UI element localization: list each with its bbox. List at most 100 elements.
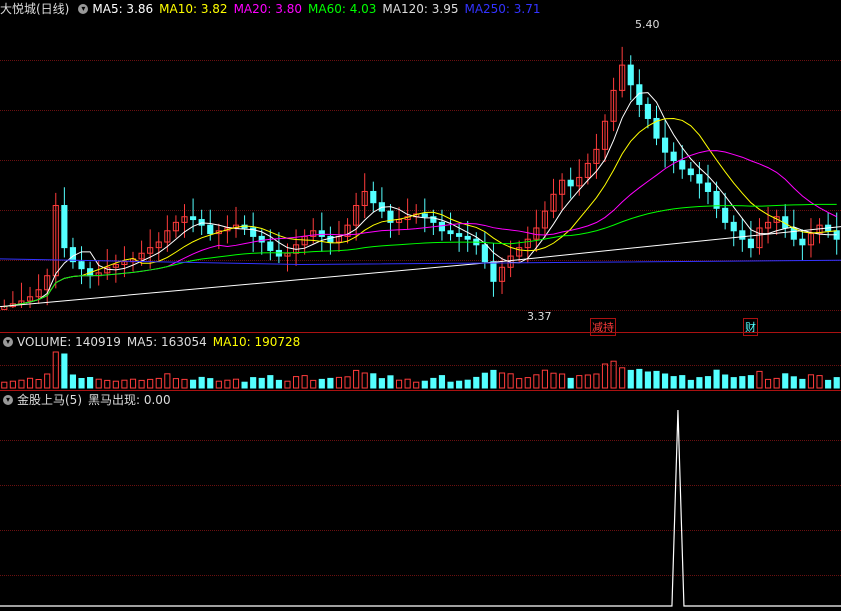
ma10-label: MA10: 3.82 [159, 2, 228, 16]
candle-body [61, 205, 68, 249]
volume-bar [773, 377, 780, 389]
candle-body [704, 182, 712, 192]
candle-body [687, 168, 694, 176]
volume-bar [275, 379, 282, 389]
volume-label: VOLUME: 140919 [17, 335, 121, 349]
volume-bar [747, 375, 754, 389]
candle-body [739, 230, 746, 240]
chevron-down-icon[interactable]: ▾ [3, 395, 13, 405]
volume-bar [799, 378, 806, 389]
volume-bar [190, 379, 197, 389]
volume-bar [44, 373, 51, 389]
volume-bar [413, 381, 420, 389]
volume-bar [232, 378, 240, 389]
volume-bar [353, 369, 360, 389]
candle-body [421, 213, 428, 218]
volume-bar [567, 377, 574, 389]
volume-bar [26, 377, 34, 389]
main-chart-header: 大悦城(日线) ▾ MA5: 3.86 MA10: 3.82 MA20: 3.8… [0, 0, 547, 18]
volume-bar [267, 375, 274, 389]
candle-body [627, 64, 634, 86]
volume-bar [816, 375, 823, 389]
volume-bar [129, 378, 137, 389]
volume-bar [576, 375, 583, 389]
ma20-label: MA20: 3.80 [233, 2, 302, 16]
volume-bar [670, 376, 677, 389]
volume-bar [713, 369, 720, 389]
volume-bar [370, 373, 377, 389]
volume-chart[interactable] [0, 350, 841, 390]
volume-bar [387, 375, 394, 389]
low-price-label: 3.37 [527, 310, 552, 323]
candle-body [567, 179, 574, 187]
volume-bar [344, 376, 351, 389]
volume-bar [696, 377, 703, 389]
candle-body [190, 216, 197, 221]
volume-bar [730, 377, 737, 389]
chevron-down-icon[interactable]: ▾ [78, 4, 89, 14]
indicator-chart[interactable] [0, 408, 841, 608]
volume-bar [335, 376, 343, 389]
volume-bar [782, 373, 789, 389]
ma60-label: MA60: 4.03 [308, 2, 377, 16]
volume-bar [361, 372, 368, 389]
indicator-value: 黑马出现: 0.00 [88, 393, 171, 407]
volume-bar [627, 369, 634, 389]
candle-body [644, 103, 651, 119]
volume-bar [593, 373, 600, 389]
volume-bar [524, 377, 531, 389]
volume-bar [121, 379, 128, 389]
chevron-down-icon[interactable]: ▾ [3, 337, 13, 347]
volume-bar [833, 377, 840, 389]
volume-bar [559, 373, 566, 389]
volume-bar [679, 375, 686, 389]
volume-bar [739, 376, 746, 389]
volume-bar [52, 351, 59, 389]
volume-bar [310, 379, 317, 389]
volume-bar [172, 378, 179, 389]
candle-body [670, 151, 677, 162]
candle-body [370, 190, 377, 204]
volume-bar [636, 368, 643, 389]
volume-bar [807, 374, 815, 389]
candle-body [207, 224, 214, 235]
candle-body [679, 160, 686, 170]
volume-bar [69, 374, 77, 389]
volume-bar [87, 377, 94, 389]
volume-bar [687, 379, 694, 389]
volume-bar [464, 379, 471, 389]
volume-bar [215, 380, 222, 389]
volume-bar [9, 380, 16, 389]
ma5-line [4, 92, 837, 308]
volume-bar [241, 381, 248, 389]
event-tag-finance[interactable]: 财 [743, 318, 758, 336]
volume-bar [147, 378, 154, 389]
volume-bar [318, 378, 325, 389]
volume-bar [756, 370, 763, 389]
event-tag-reduce[interactable]: 减持 [590, 318, 616, 336]
volume-bar [498, 372, 506, 389]
candle-body [78, 261, 85, 270]
volume-bar [447, 381, 454, 389]
volume-bar [481, 372, 488, 389]
candle-body [318, 230, 325, 237]
volume-bar [95, 378, 102, 389]
price-chart[interactable] [0, 18, 841, 333]
volume-bar [541, 369, 549, 389]
volume-bar [610, 360, 617, 389]
volume-bar [619, 367, 626, 389]
high-price-label: 5.40 [635, 18, 660, 31]
volume-bar [764, 378, 772, 389]
volume-ma10-label: MA10: 190728 [212, 335, 301, 349]
volume-bar [704, 376, 712, 389]
ma250-label: MA250: 3.71 [464, 2, 541, 16]
volume-bar [224, 379, 231, 389]
volume-bar [533, 374, 540, 389]
candle-body [198, 219, 205, 226]
volume-bar [644, 371, 651, 389]
volume-bar [284, 380, 291, 389]
volume-bar [430, 377, 437, 389]
stock-title: 大悦城(日线) [0, 2, 70, 16]
volume-bar [138, 379, 145, 389]
volume-header: ▾ VOLUME: 140919 MA5: 163054 MA10: 19072… [0, 333, 306, 351]
